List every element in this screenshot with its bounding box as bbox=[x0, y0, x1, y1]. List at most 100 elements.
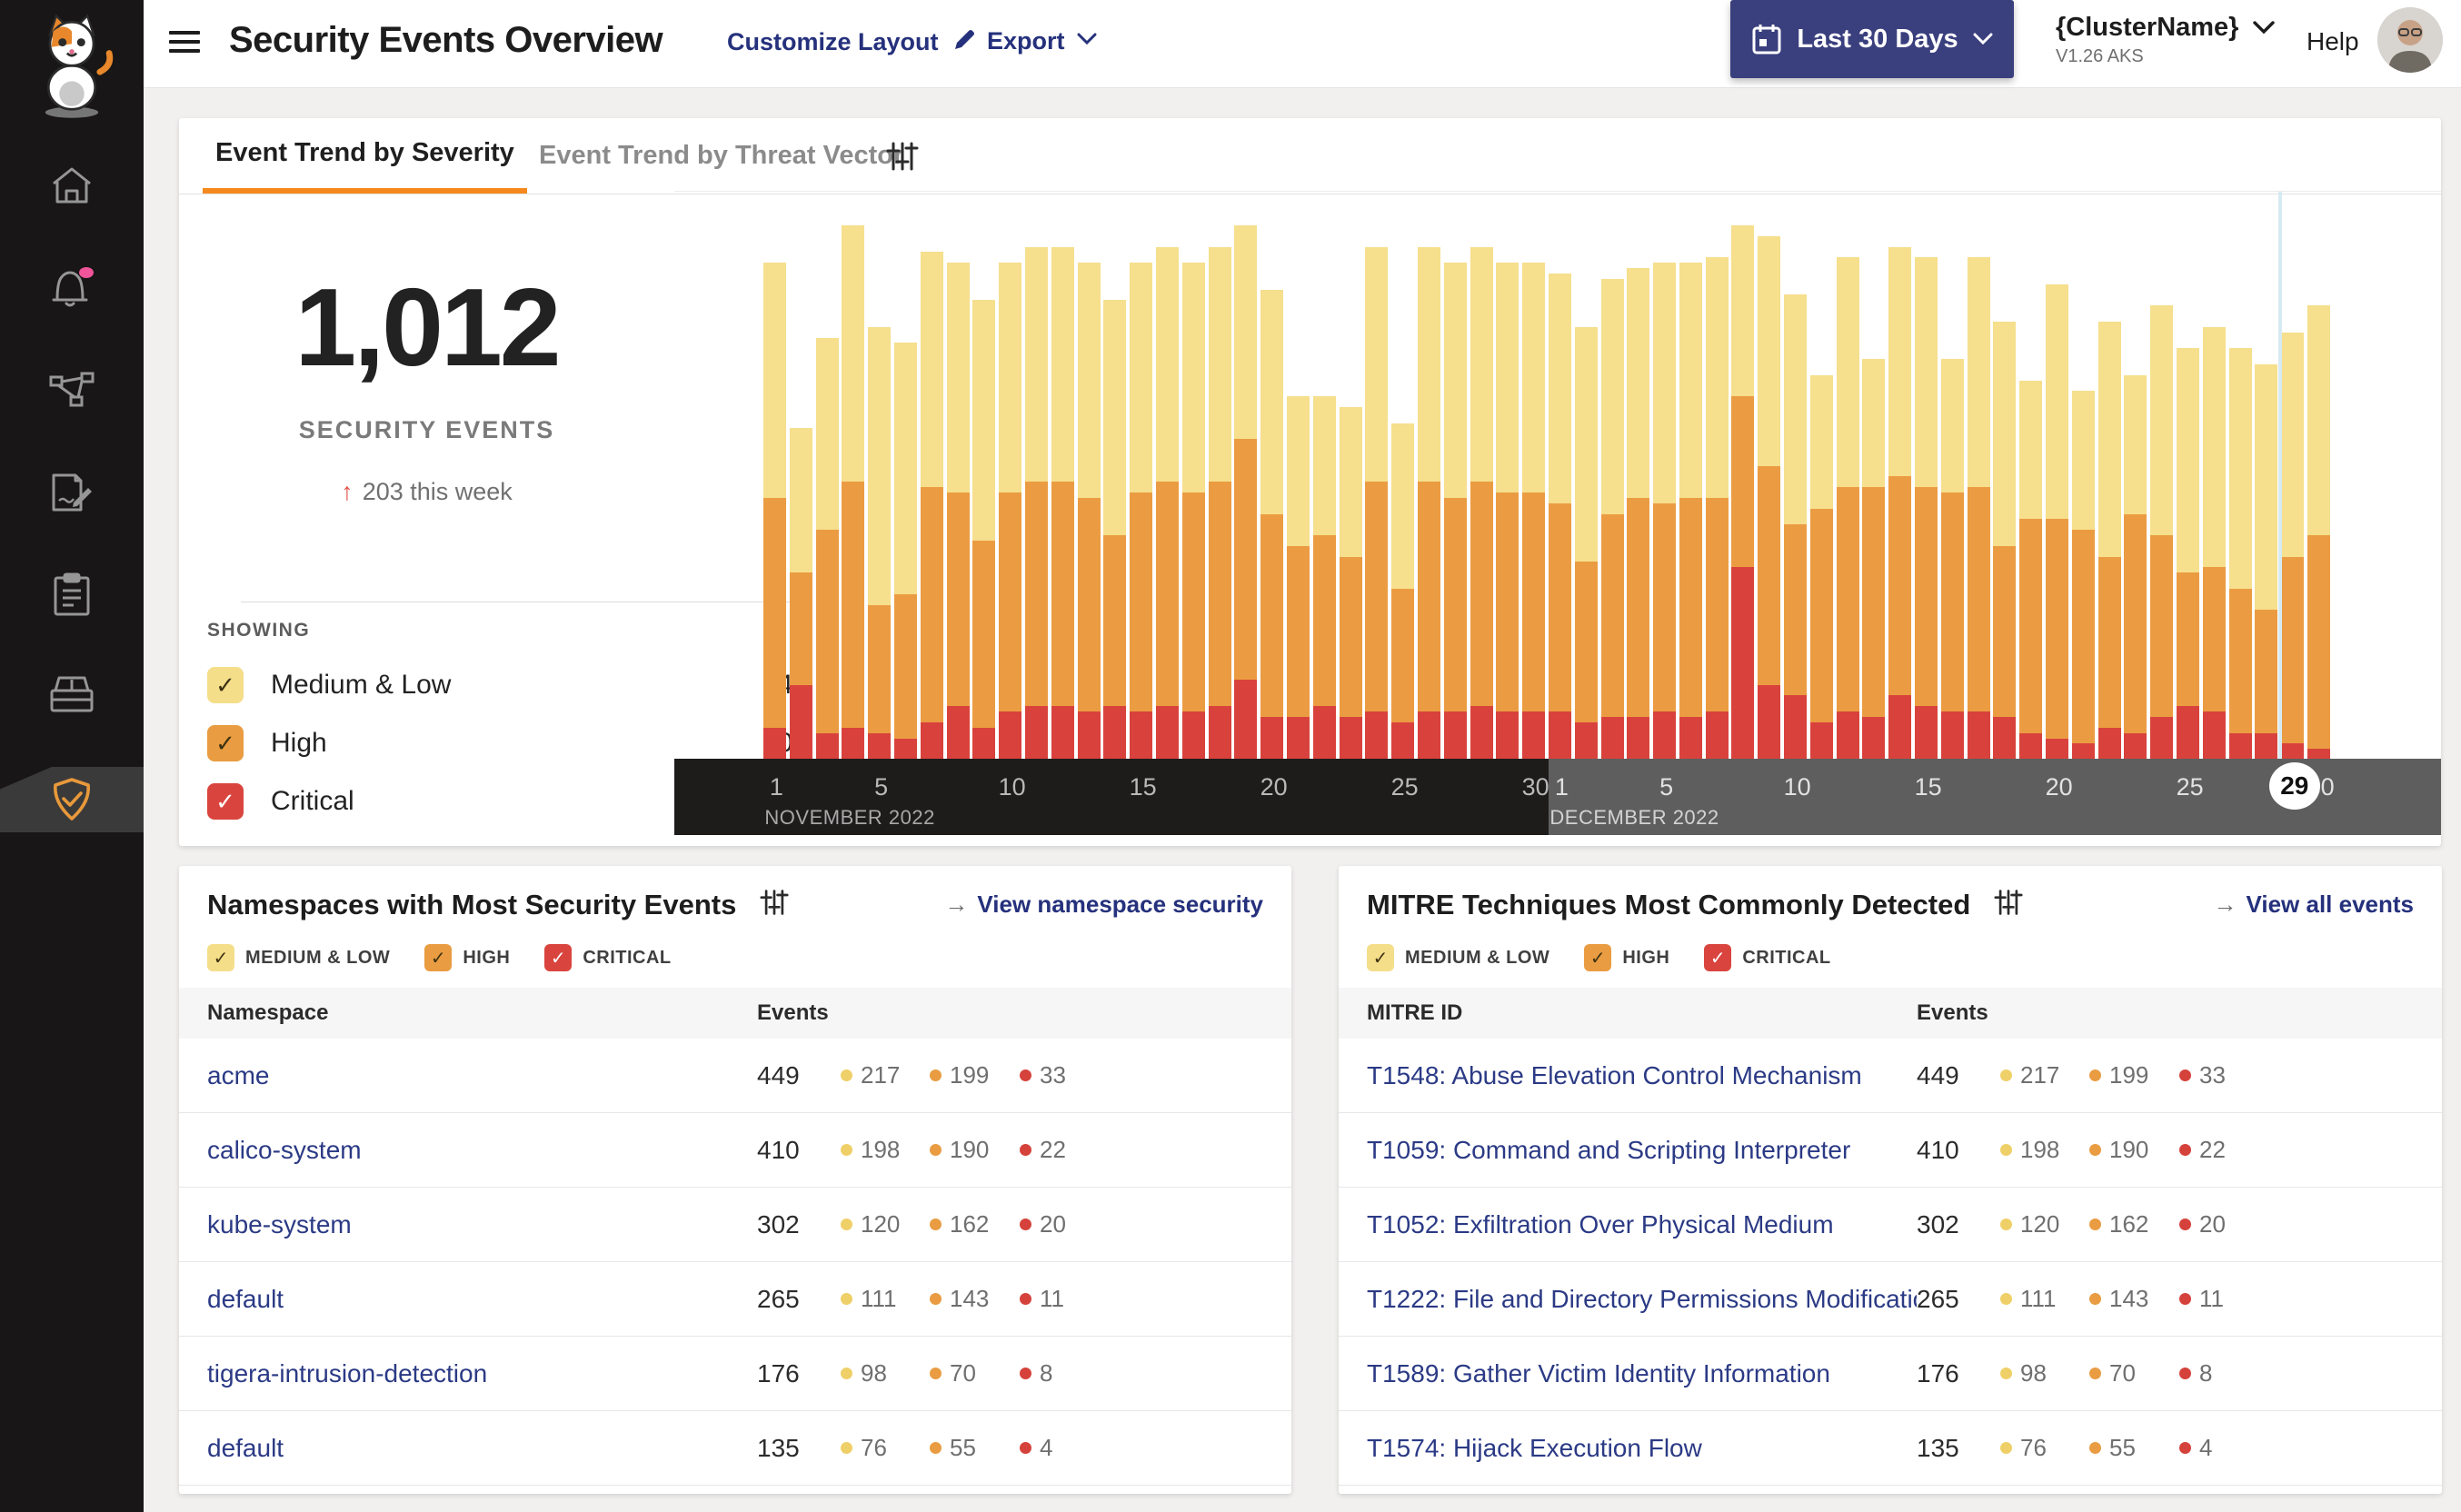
chart-bar-day-dec-6[interactable] bbox=[1679, 263, 1706, 760]
chart-bar-day-dec-23[interactable] bbox=[2124, 374, 2150, 760]
chart-bar-day-dec-9[interactable] bbox=[1758, 235, 1784, 760]
filter-chip-medium_low[interactable]: ✓ MEDIUM & LOW bbox=[1367, 944, 1549, 971]
chart-bar-day-dec-30[interactable] bbox=[2307, 305, 2334, 760]
sidebar-item-alerts[interactable] bbox=[0, 254, 144, 320]
view-namespace-security-link[interactable]: → View namespace security bbox=[944, 890, 1263, 919]
tab-event-trend-by-severity[interactable]: Event Trend by Severity bbox=[203, 118, 527, 194]
sidebar-item-home[interactable] bbox=[0, 153, 144, 218]
filter-chip-critical[interactable]: ✓ CRITICAL bbox=[544, 944, 671, 971]
chart-bar-day-dec-13[interactable] bbox=[1862, 359, 1888, 760]
filter-sliders-icon[interactable] bbox=[760, 888, 789, 921]
help-link[interactable]: Help bbox=[2307, 27, 2359, 56]
chart-bar-day-nov-16[interactable] bbox=[1155, 246, 1182, 760]
sidebar-item-policies[interactable] bbox=[0, 460, 144, 525]
chart-bar-day-nov-9[interactable] bbox=[972, 300, 999, 760]
chart-bar-day-dec-27[interactable] bbox=[2228, 348, 2256, 760]
chart-bar-day-nov-19[interactable] bbox=[1234, 225, 1260, 760]
severity-checkbox-medium_low[interactable]: ✓ bbox=[207, 667, 244, 703]
chart-bar-day-nov-6[interactable] bbox=[893, 343, 921, 760]
filter-chip-medium_low[interactable]: ✓ MEDIUM & LOW bbox=[207, 944, 390, 971]
chart-bar-day-nov-8[interactable] bbox=[946, 263, 973, 760]
chart-bar-day-nov-26[interactable] bbox=[1417, 246, 1444, 760]
chart-x-axis[interactable]: 1 5 10 15 20 25 30 NOVEMBER 2022 1 5 10 15 20 25 30 DEC… bbox=[674, 759, 2441, 835]
chart-bar-day-dec-24[interactable] bbox=[2150, 305, 2177, 760]
chart-bar-day-nov-2[interactable] bbox=[789, 428, 816, 760]
chart-bar-day-nov-30[interactable] bbox=[1522, 263, 1549, 760]
severity-checkbox-critical[interactable]: ✓ bbox=[207, 783, 244, 820]
chart-bar-day-dec-28[interactable] bbox=[2255, 363, 2281, 760]
chart-bar-day-dec-16[interactable] bbox=[1940, 359, 1968, 760]
chart-bar-day-dec-20[interactable] bbox=[2046, 284, 2072, 760]
chart-bar-day-nov-28[interactable] bbox=[1470, 246, 1497, 760]
row-link[interactable]: tigera-intrusion-detection bbox=[207, 1359, 757, 1388]
chart-bar-day-dec-19[interactable] bbox=[2019, 380, 2046, 760]
view-all-events-link[interactable]: → View all events bbox=[2213, 890, 2414, 919]
chart-bar-day-nov-10[interactable] bbox=[999, 263, 1025, 760]
chart-bar-day-nov-11[interactable] bbox=[1024, 246, 1051, 760]
chart-bar-day-dec-15[interactable] bbox=[1915, 257, 1941, 760]
row-link[interactable]: T1574: Hijack Execution Flow bbox=[1367, 1434, 1917, 1463]
chart-bar-day-dec-8[interactable] bbox=[1731, 224, 1758, 760]
chart-bar-day-dec-7[interactable] bbox=[1705, 257, 1732, 760]
chart-bar-day-dec-18[interactable] bbox=[1993, 321, 2019, 760]
sidebar-item-workloads[interactable] bbox=[0, 662, 144, 727]
customize-layout-button[interactable]: Customize Layout bbox=[727, 27, 977, 57]
filter-chip-critical[interactable]: ✓ CRITICAL bbox=[1704, 944, 1830, 971]
row-link[interactable]: T1052: Exfiltration Over Physical Medium bbox=[1367, 1210, 1917, 1239]
chart-bar-day-dec-1[interactable] bbox=[1548, 274, 1575, 760]
severity-checkbox-high[interactable]: ✓ bbox=[424, 944, 453, 971]
row-link[interactable]: T1548: Abuse Elevation Control Mechanism bbox=[1367, 1061, 1917, 1090]
chart-bar-day-dec-26[interactable] bbox=[2202, 326, 2229, 760]
chart-bar-day-nov-23[interactable] bbox=[1339, 407, 1366, 760]
cluster-selector[interactable]: {ClusterName} V1.26 AKS bbox=[2056, 13, 2276, 67]
chart-bar-day-dec-10[interactable] bbox=[1784, 294, 1810, 760]
chart-bar-day-dec-11[interactable] bbox=[1809, 374, 1837, 760]
severity-checkbox-critical[interactable]: ✓ bbox=[544, 944, 573, 971]
chart-bar-day-nov-5[interactable] bbox=[868, 326, 894, 760]
filter-chip-high[interactable]: ✓ HIGH bbox=[424, 944, 510, 971]
chart-bar-day-nov-12[interactable] bbox=[1051, 246, 1078, 760]
chart-bar-day-nov-25[interactable] bbox=[1391, 423, 1418, 760]
chart-bar-day-dec-29[interactable] bbox=[2281, 332, 2307, 760]
chart-bar-day-nov-1[interactable] bbox=[763, 263, 790, 760]
sidebar-item-compliance[interactable] bbox=[0, 562, 144, 627]
chart-bar-day-nov-17[interactable] bbox=[1181, 263, 1209, 760]
chart-bar-day-dec-2[interactable] bbox=[1574, 326, 1601, 760]
row-link[interactable]: T1222: File and Directory Permissions Mo… bbox=[1367, 1285, 1917, 1314]
row-link[interactable]: default bbox=[207, 1434, 757, 1463]
row-link[interactable]: T1059: Command and Scripting Interpreter bbox=[1367, 1136, 1917, 1165]
chart-bar-day-dec-12[interactable] bbox=[1836, 257, 1863, 760]
row-link[interactable]: T1589: Gather Victim Identity Informatio… bbox=[1367, 1359, 1917, 1388]
chart-bar-day-nov-15[interactable] bbox=[1130, 263, 1156, 760]
chart-bar-day-nov-7[interactable] bbox=[920, 252, 947, 760]
severity-checkbox-critical[interactable]: ✓ bbox=[1704, 944, 1732, 971]
filter-sliders-icon[interactable] bbox=[1994, 888, 2023, 921]
chart-bar-day-nov-24[interactable] bbox=[1365, 246, 1391, 760]
severity-checkbox-medium_low[interactable]: ✓ bbox=[207, 944, 234, 971]
tab-event-trend-by-threat-vector[interactable]: Event Trend by Threat Vector bbox=[526, 118, 916, 194]
chart-bar-day-nov-22[interactable] bbox=[1312, 396, 1340, 760]
row-link[interactable]: kube-system bbox=[207, 1210, 757, 1239]
severity-checkbox-medium_low[interactable]: ✓ bbox=[1367, 944, 1394, 971]
row-link[interactable]: default bbox=[207, 1285, 757, 1314]
chart-bar-day-nov-20[interactable] bbox=[1260, 289, 1287, 760]
chart-bar-day-dec-3[interactable] bbox=[1600, 278, 1628, 760]
hamburger-menu-icon[interactable] bbox=[169, 25, 200, 58]
filter-chip-high[interactable]: ✓ HIGH bbox=[1584, 944, 1669, 971]
export-button[interactable]: Export bbox=[987, 27, 1098, 55]
chart-bar-day-nov-21[interactable] bbox=[1286, 396, 1313, 760]
user-avatar[interactable] bbox=[2377, 7, 2443, 73]
calico-cat-logo[interactable] bbox=[22, 13, 122, 122]
severity-checkbox-high[interactable]: ✓ bbox=[207, 725, 244, 761]
chart-bar-day-dec-25[interactable] bbox=[2177, 348, 2203, 760]
selected-day-pill[interactable]: 29 bbox=[2268, 762, 2320, 810]
chart-bar-day-nov-3[interactable] bbox=[815, 337, 842, 760]
chart-bar-day-dec-17[interactable] bbox=[1967, 257, 1994, 760]
chart-bar-day-dec-4[interactable] bbox=[1627, 268, 1653, 760]
chart-bar-day-nov-14[interactable] bbox=[1103, 300, 1130, 760]
date-range-button[interactable]: Last 30 Days bbox=[1730, 0, 2014, 78]
chart-bar-day-dec-5[interactable] bbox=[1653, 263, 1679, 760]
chart-bar-day-nov-13[interactable] bbox=[1077, 263, 1104, 760]
chart-bar-day-dec-14[interactable] bbox=[1888, 246, 1915, 760]
row-link[interactable]: acme bbox=[207, 1061, 757, 1090]
